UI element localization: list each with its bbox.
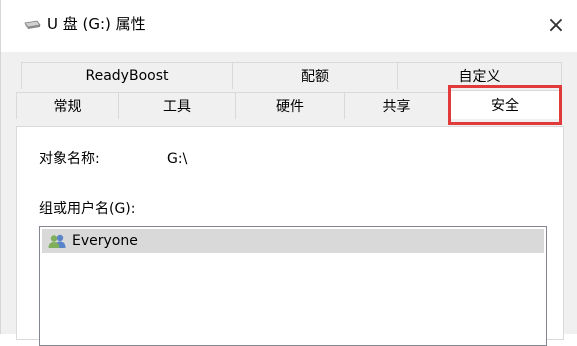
tab-label: 配额	[301, 69, 329, 85]
tab-label: 自定义	[458, 69, 501, 85]
properties-dialog: U 盘 (G:) 属性 × ReadyBoost 配额 自定义 常规 工具 硬件…	[0, 0, 577, 346]
object-name-value: G:\	[167, 151, 188, 167]
tab-quota[interactable]: 配额	[232, 62, 398, 89]
usb-drive-icon	[24, 20, 41, 29]
users-listbox[interactable]: Everyone	[39, 226, 547, 346]
tab-label: 共享	[382, 99, 411, 115]
list-item[interactable]: Everyone	[42, 229, 544, 253]
close-icon: ×	[546, 12, 566, 38]
tab-label: ReadyBoost	[85, 68, 169, 84]
tab-customize[interactable]: 自定义	[397, 62, 562, 89]
tab-general[interactable]: 常规	[16, 92, 119, 119]
tab-security[interactable]: 安全	[448, 90, 562, 119]
title-bar: U 盘 (G:) 属性 ×	[1, 0, 577, 52]
tab-label: 硬件	[276, 99, 304, 115]
object-name-label: 对象名称:	[39, 151, 100, 167]
tab-label: 工具	[163, 99, 191, 115]
tab-sharing[interactable]: 共享	[344, 92, 449, 119]
tab-label: 常规	[53, 99, 82, 115]
tab-readyboost[interactable]: ReadyBoost	[21, 62, 233, 89]
tab-hardware[interactable]: 硬件	[235, 92, 345, 119]
user-name: Everyone	[72, 233, 138, 249]
security-panel: 对象名称: G:\ 组或用户名(G): Everyone	[16, 126, 564, 346]
tab-tools[interactable]: 工具	[118, 92, 236, 119]
window-title: U 盘 (G:) 属性	[47, 15, 146, 33]
users-icon	[48, 234, 66, 248]
groups-label: 组或用户名(G):	[39, 201, 136, 217]
close-button[interactable]: ×	[539, 8, 573, 42]
tab-label: 安全	[491, 98, 519, 114]
